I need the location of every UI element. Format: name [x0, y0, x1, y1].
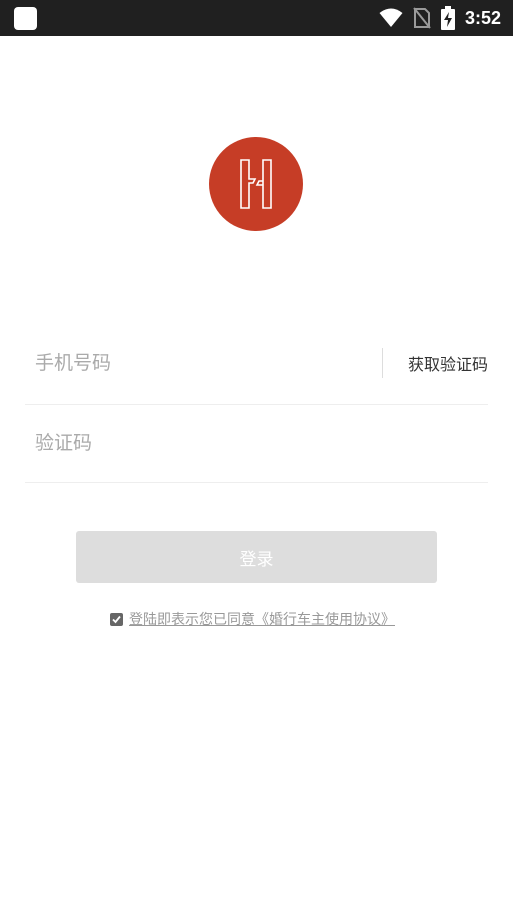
status-bar: 3:52	[0, 0, 513, 36]
clock: 3:52	[464, 7, 501, 28]
divider	[382, 348, 383, 378]
phone-input[interactable]	[35, 322, 365, 404]
wifi-icon	[379, 8, 403, 28]
code-row	[25, 404, 488, 483]
app-notification-icon	[14, 7, 37, 30]
agreement-checkbox[interactable]	[110, 612, 123, 626]
code-input[interactable]	[35, 404, 475, 482]
no-sim-icon	[413, 7, 431, 29]
phone-row: 获取验证码	[25, 322, 488, 405]
battery-charging-icon	[440, 6, 455, 30]
agreement: 登陆即表示您已同意《婚行车主使用协议》	[110, 609, 395, 629]
check-icon	[112, 615, 121, 623]
agreement-link[interactable]: 登陆即表示您已同意《婚行车主使用协议》	[129, 609, 395, 629]
get-code-button[interactable]: 获取验证码	[408, 322, 488, 404]
app-logo	[209, 137, 303, 231]
status-icons: 3:52	[379, 0, 501, 36]
login-button[interactable]: 登录	[76, 531, 437, 583]
app-logo-icon	[240, 159, 272, 209]
